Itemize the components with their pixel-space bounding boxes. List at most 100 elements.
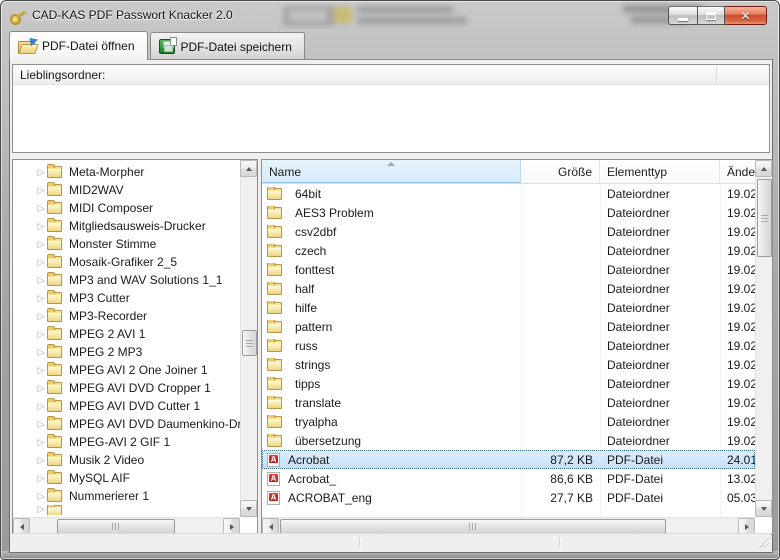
- tree-item[interactable]: ▷ Mitgliedsausweis-Drucker: [13, 217, 240, 235]
- tree-vertical-scrollbar[interactable]: [240, 160, 257, 517]
- expand-arrow-icon[interactable]: ▷: [35, 168, 47, 177]
- tree-item[interactable]: ▷ MPEG AVI DVD Daumenkino-Dr: [13, 415, 240, 433]
- scroll-thumb[interactable]: [757, 179, 772, 257]
- expand-arrow-icon[interactable]: ▷: [35, 204, 47, 213]
- file-name-cell: Acrobat: [262, 453, 521, 467]
- favorites-header[interactable]: Lieblingsordner:: [13, 65, 769, 85]
- expand-arrow-icon[interactable]: ▷: [35, 312, 47, 321]
- expand-arrow-icon[interactable]: ▷: [35, 348, 47, 357]
- tree-item[interactable]: ▷ MP3-Recorder: [13, 307, 240, 325]
- expand-arrow-icon[interactable]: ▷: [35, 330, 47, 339]
- file-row[interactable]: hilfe Dateiordner 19.02: [262, 298, 755, 317]
- file-row[interactable]: half Dateiordner 19.02: [262, 279, 755, 298]
- expand-arrow-icon[interactable]: ▷: [35, 474, 47, 483]
- tree-item[interactable]: ▷ MPEG AVI 2 One Joiner 1: [13, 361, 240, 379]
- folder-icon: [267, 321, 282, 333]
- scroll-up-button[interactable]: [240, 160, 257, 177]
- expand-arrow-icon[interactable]: ▷: [35, 505, 47, 514]
- file-row[interactable]: czech Dateiordner 19.02: [262, 241, 755, 260]
- scroll-thumb[interactable]: [280, 519, 666, 534]
- expand-arrow-icon[interactable]: ▷: [35, 402, 47, 411]
- file-row[interactable]: 64bit Dateiordner 19.02: [262, 184, 755, 203]
- file-row[interactable]: ACROBAT_eng 27,7 KB PDF-Datei 05.03: [262, 488, 755, 507]
- tree-item[interactable]: ▷ Mosaik-Grafiker 2_5: [13, 253, 240, 271]
- tree-item[interactable]: ▷ MPEG 2 MP3: [13, 343, 240, 361]
- folder-icon: [47, 274, 62, 286]
- file-row[interactable]: Acrobat_ 86,6 KB PDF-Datei 13.02: [262, 469, 755, 488]
- glass-blur-blob: [289, 10, 327, 21]
- tree-item[interactable]: ▷ Musik 2 Video: [13, 451, 240, 469]
- folder-icon: [267, 226, 282, 238]
- file-name: ACROBAT_eng: [288, 491, 372, 505]
- scroll-down-button[interactable]: [755, 500, 772, 517]
- close-button[interactable]: ✕: [725, 6, 767, 25]
- file-row[interactable]: AES3 Problem Dateiordner 19.02: [262, 203, 755, 222]
- folder-tree-items: ▷ Meta-Morpher ▷ MID2WAV ▷ MIDI Composer…: [13, 160, 240, 517]
- maximize-button[interactable]: [697, 6, 725, 25]
- file-type-cell: Dateiordner: [600, 339, 720, 353]
- tree-item[interactable]: ▷ MySQL AIF: [13, 469, 240, 487]
- tree-item[interactable]: ▷ Monster Stimme: [13, 235, 240, 253]
- tree-item-label: MPEG 2 AVI 1: [69, 327, 145, 341]
- column-header-size[interactable]: Größe: [521, 160, 600, 183]
- tree-item[interactable]: ▷ MPEG AVI DVD Cutter 1: [13, 397, 240, 415]
- tree-item-partial[interactable]: ▷: [13, 505, 240, 515]
- resize-grip[interactable]: [757, 536, 769, 548]
- scroll-thumb[interactable]: [57, 519, 175, 534]
- folder-icon: [47, 400, 62, 412]
- pdf-file-icon: [267, 491, 280, 505]
- scroll-down-button[interactable]: [240, 500, 257, 517]
- expand-arrow-icon[interactable]: ▷: [35, 294, 47, 303]
- arrow-right-icon: [745, 524, 749, 530]
- file-row[interactable]: tipps Dateiordner 19.02: [262, 374, 755, 393]
- tree-item[interactable]: ▷ Meta-Morpher: [13, 163, 240, 181]
- title-bar[interactable]: CAD-KAS PDF Passwort Knacker 2.0 ✕: [1, 1, 779, 29]
- tab-pdf-open[interactable]: PDF-Datei öffnen: [9, 31, 148, 60]
- tree-item[interactable]: ▷ Nummerierer 1: [13, 487, 240, 505]
- folder-icon: [47, 346, 62, 358]
- column-label: Elementtyp: [607, 165, 667, 179]
- tree-item[interactable]: ▷ MPEG-AVI 2 GIF 1: [13, 433, 240, 451]
- favorites-header-divider: [716, 67, 717, 82]
- file-row-selected[interactable]: Acrobat 87,2 KB PDF-Datei 24.01: [262, 450, 755, 469]
- file-row[interactable]: pattern Dateiordner 19.02: [262, 317, 755, 336]
- expand-arrow-icon[interactable]: ▷: [35, 438, 47, 447]
- file-row[interactable]: fonttest Dateiordner 19.02: [262, 260, 755, 279]
- file-row[interactable]: tryalpha Dateiordner 19.02: [262, 412, 755, 431]
- expand-arrow-icon[interactable]: ▷: [35, 420, 47, 429]
- tree-horizontal-scrollbar[interactable]: [13, 517, 240, 534]
- tree-item[interactable]: ▷ MP3 and WAV Solutions 1_1: [13, 271, 240, 289]
- expand-arrow-icon[interactable]: ▷: [35, 258, 47, 267]
- expand-arrow-icon[interactable]: ▷: [35, 384, 47, 393]
- expand-arrow-icon[interactable]: ▷: [35, 366, 47, 375]
- tree-item[interactable]: ▷ MID2WAV: [13, 181, 240, 199]
- expand-arrow-icon[interactable]: ▷: [35, 222, 47, 231]
- scroll-up-button[interactable]: [755, 160, 772, 177]
- column-header-name[interactable]: Name: [262, 160, 521, 183]
- favorites-list-empty[interactable]: [13, 85, 769, 152]
- file-row[interactable]: translate Dateiordner 19.02: [262, 393, 755, 412]
- minimize-button[interactable]: [668, 6, 697, 25]
- file-row[interactable]: strings Dateiordner 19.02: [262, 355, 755, 374]
- folder-icon: [47, 328, 62, 340]
- expand-arrow-icon[interactable]: ▷: [35, 492, 47, 501]
- tree-item[interactable]: ▷ MP3 Cutter: [13, 289, 240, 307]
- expand-arrow-icon[interactable]: ▷: [35, 186, 47, 195]
- files-vertical-scrollbar[interactable]: [755, 160, 772, 517]
- file-row[interactable]: übersetzung Dateiordner 19.02: [262, 431, 755, 450]
- folder-icon: [47, 220, 62, 232]
- column-header-type[interactable]: Elementtyp: [600, 160, 720, 183]
- tab-pdf-save[interactable]: PDF-Datei speichern: [150, 32, 305, 60]
- scroll-thumb[interactable]: [242, 330, 257, 356]
- tree-item[interactable]: ▷ MPEG 2 AVI 1: [13, 325, 240, 343]
- expand-arrow-icon[interactable]: ▷: [35, 276, 47, 285]
- file-row[interactable]: csv2dbf Dateiordner 19.02: [262, 222, 755, 241]
- files-horizontal-scrollbar[interactable]: [262, 517, 755, 534]
- column-header-modified[interactable]: Ände: [720, 160, 755, 183]
- file-row[interactable]: russ Dateiordner 19.02: [262, 336, 755, 355]
- tree-item[interactable]: ▷ MPEG AVI DVD Cropper 1: [13, 379, 240, 397]
- expand-arrow-icon[interactable]: ▷: [35, 240, 47, 249]
- tab-strip: PDF-Datei öffnen PDF-Datei speichern: [9, 31, 771, 60]
- expand-arrow-icon[interactable]: ▷: [35, 456, 47, 465]
- tree-item[interactable]: ▷ MIDI Composer: [13, 199, 240, 217]
